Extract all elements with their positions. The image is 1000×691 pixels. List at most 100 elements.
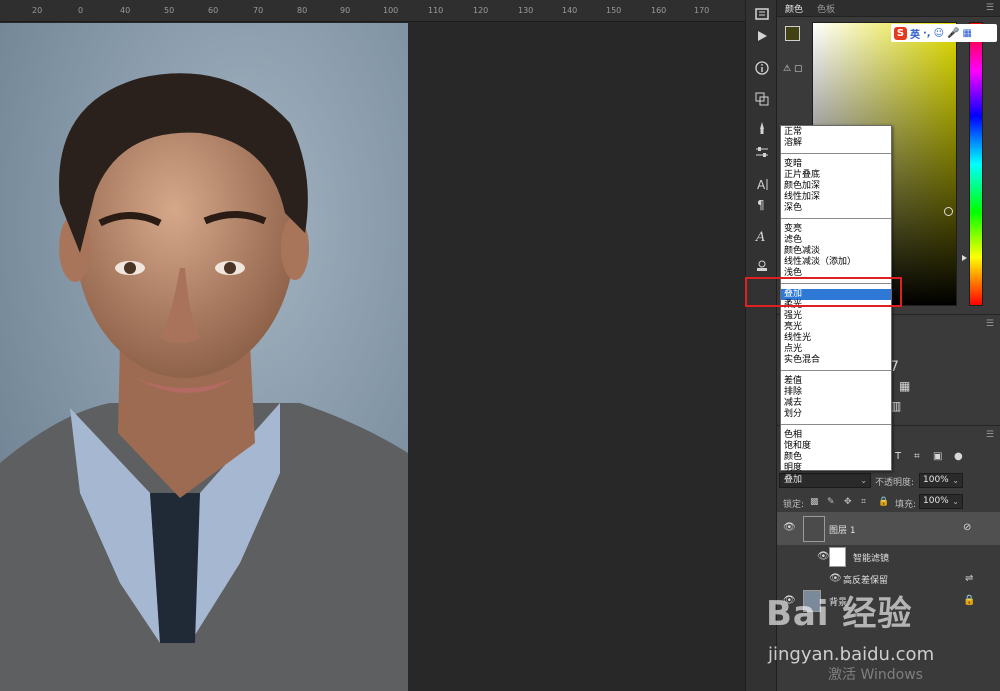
ime-grid-icon[interactable]: ▦ xyxy=(963,28,972,39)
paragraph-panel-icon[interactable]: ¶ xyxy=(752,194,772,214)
panel-menu-icon[interactable]: ☰ xyxy=(986,3,994,13)
shape-filter-icon[interactable]: ⌗ xyxy=(914,451,920,462)
blend-mode-option[interactable]: 颜色减淡 xyxy=(781,246,891,257)
layer-row-high-pass[interactable]: 👁 高反差保留 ⇌ xyxy=(777,569,1000,587)
blend-mode-option[interactable]: 实色混合 xyxy=(781,355,891,366)
blend-mode-option[interactable]: 减去 xyxy=(781,398,891,409)
glyphs-panel-icon[interactable]: A xyxy=(752,226,772,246)
play-action-icon[interactable] xyxy=(752,26,772,46)
layer-name[interactable]: 高反差保留 xyxy=(843,573,888,586)
filter-toggle-icon[interactable]: ● xyxy=(954,451,963,462)
blend-mode-option[interactable]: 强光 xyxy=(781,311,891,322)
visibility-eye-icon[interactable]: 👁 xyxy=(829,573,842,584)
opacity-field[interactable]: 100% ⌄ xyxy=(919,473,963,488)
info-icon[interactable] xyxy=(752,58,772,78)
ime-language-toggle[interactable]: 英 xyxy=(910,26,920,41)
gamut-warning-glyph: ⚠ xyxy=(783,64,792,74)
filter-blending-options-icon[interactable]: ⇌ xyxy=(965,573,973,584)
clone-source-icon[interactable] xyxy=(752,89,772,109)
character-panel-icon[interactable]: A xyxy=(752,174,772,194)
color-picker-ring[interactable] xyxy=(944,207,953,216)
foreground-color-swatch[interactable] xyxy=(785,26,800,41)
blend-mode-option[interactable]: 亮光 xyxy=(781,322,891,333)
layer-name[interactable]: 智能滤镜 xyxy=(853,551,889,564)
blend-mode-option[interactable]: 颜色 xyxy=(781,452,891,463)
tab-color[interactable]: 颜色 xyxy=(785,2,803,15)
lock-artboard-icon[interactable]: ⌗ xyxy=(861,497,866,507)
hue-slider-caret[interactable] xyxy=(962,255,967,261)
dropdown-separator xyxy=(781,153,891,154)
svg-text:¶: ¶ xyxy=(757,198,765,212)
ime-punctuation-toggle[interactable]: ·, xyxy=(923,28,931,39)
adjustments-sliders-icon[interactable] xyxy=(752,142,772,162)
visibility-eye-icon[interactable]: 👁 xyxy=(817,551,830,562)
layer-row-smart-filters[interactable]: 👁 智能滤镜 xyxy=(777,545,1000,569)
blend-mode-option[interactable]: 溶解 xyxy=(781,138,891,149)
lock-position-icon[interactable]: ✥ xyxy=(844,497,852,507)
ruler-label: 0 xyxy=(78,6,84,15)
blend-mode-option[interactable]: 明度 xyxy=(781,463,891,474)
blend-mode-option[interactable]: 点光 xyxy=(781,344,891,355)
baidu-jingyan-watermark: Bai 经验 jingyan.baidu.com xyxy=(766,586,956,666)
portrait-photo xyxy=(0,23,408,691)
fill-field[interactable]: 100% ⌄ xyxy=(919,494,963,509)
lock-all-icon[interactable]: 🔒 xyxy=(878,497,889,507)
watermark-logo: Bai 经验 xyxy=(766,594,913,634)
blend-mode-option[interactable]: 正片叠底 xyxy=(781,170,891,181)
blend-mode-value: 叠加 xyxy=(784,475,803,485)
visibility-eye-icon[interactable]: 👁 xyxy=(783,522,796,533)
blend-mode-option[interactable]: 饱和度 xyxy=(781,441,891,452)
layer-row-layer1[interactable]: 👁 图层 1 ⊘ xyxy=(777,512,1000,545)
tab-swatches[interactable]: 色板 xyxy=(817,2,835,15)
blend-mode-option[interactable]: 线性减淡（添加） xyxy=(781,257,891,268)
blend-mode-option[interactable]: 排除 xyxy=(781,387,891,398)
blend-mode-option[interactable]: 变亮 xyxy=(781,224,891,235)
portrait-illustration xyxy=(0,23,408,691)
ruler-label: 130 xyxy=(518,6,534,15)
ime-microphone-icon[interactable]: 🎤 xyxy=(947,28,959,39)
panel-menu-icon[interactable]: ☰ xyxy=(986,319,994,329)
blend-mode-option[interactable]: 差值 xyxy=(781,376,891,387)
type-filter-icon[interactable]: T xyxy=(895,451,901,462)
blend-mode-option[interactable]: 变暗 xyxy=(781,159,891,170)
panel-menu-icon[interactable]: ☰ xyxy=(986,430,994,440)
blend-mode-option[interactable]: 正常 xyxy=(781,127,891,138)
ruler-label: 90 xyxy=(340,6,351,15)
lock-paint-icon[interactable]: ✎ xyxy=(827,497,835,507)
ruler-label: 170 xyxy=(694,6,710,15)
chevron-down-icon: ⌄ xyxy=(860,476,867,485)
fill-label: 填充: xyxy=(895,500,917,510)
filter-mask-thumbnail xyxy=(829,547,846,567)
dropdown-separator xyxy=(781,370,891,371)
history-icon[interactable] xyxy=(752,4,772,24)
blend-mode-option[interactable]: 线性光 xyxy=(781,333,891,344)
svg-text:A: A xyxy=(757,178,766,192)
blend-mode-option[interactable]: 划分 xyxy=(781,409,891,420)
smart-object-icon: ⊘ xyxy=(963,522,972,533)
horizontal-ruler: 20 0 40 50 60 70 80 90 100 110 120 130 1… xyxy=(0,0,745,22)
blend-mode-option[interactable]: 深色 xyxy=(781,203,891,214)
annotation-highlight-box xyxy=(745,277,902,307)
gamut-warning-icon[interactable]: ⚠ ▢ xyxy=(783,64,802,74)
watermark-site: jingyan.baidu.com xyxy=(768,644,935,665)
hue-slider[interactable] xyxy=(969,22,983,306)
tool-presets-icon[interactable] xyxy=(752,256,772,276)
layer-name[interactable]: 图层 1 xyxy=(829,523,856,536)
blend-mode-option[interactable]: 颜色加深 xyxy=(781,181,891,192)
svg-text:A: A xyxy=(755,230,765,244)
blend-mode-option[interactable]: 滤色 xyxy=(781,235,891,246)
smart-object-filter-icon[interactable]: ▣ xyxy=(933,451,942,462)
ime-emoji-icon[interactable]: ☺ xyxy=(934,28,944,39)
ime-toolbar[interactable]: S 英 ·, ☺ 🎤 ▦ xyxy=(891,24,997,42)
lock-transparent-icon[interactable]: ▩ xyxy=(810,497,819,507)
grid-adjustment-icon[interactable]: ▦ xyxy=(899,379,910,393)
blend-mode-option[interactable]: 线性加深 xyxy=(781,192,891,203)
blend-mode-select[interactable]: 叠加 ⌄ xyxy=(779,473,871,488)
ime-logo-icon[interactable]: S xyxy=(894,26,907,40)
blend-mode-option[interactable]: 色相 xyxy=(781,430,891,441)
brush-presets-icon[interactable] xyxy=(752,118,772,138)
ruler-label: 50 xyxy=(164,6,175,15)
document-canvas[interactable] xyxy=(0,23,745,691)
chevron-down-icon: ⌄ xyxy=(952,476,959,485)
ruler-label: 150 xyxy=(606,6,622,15)
